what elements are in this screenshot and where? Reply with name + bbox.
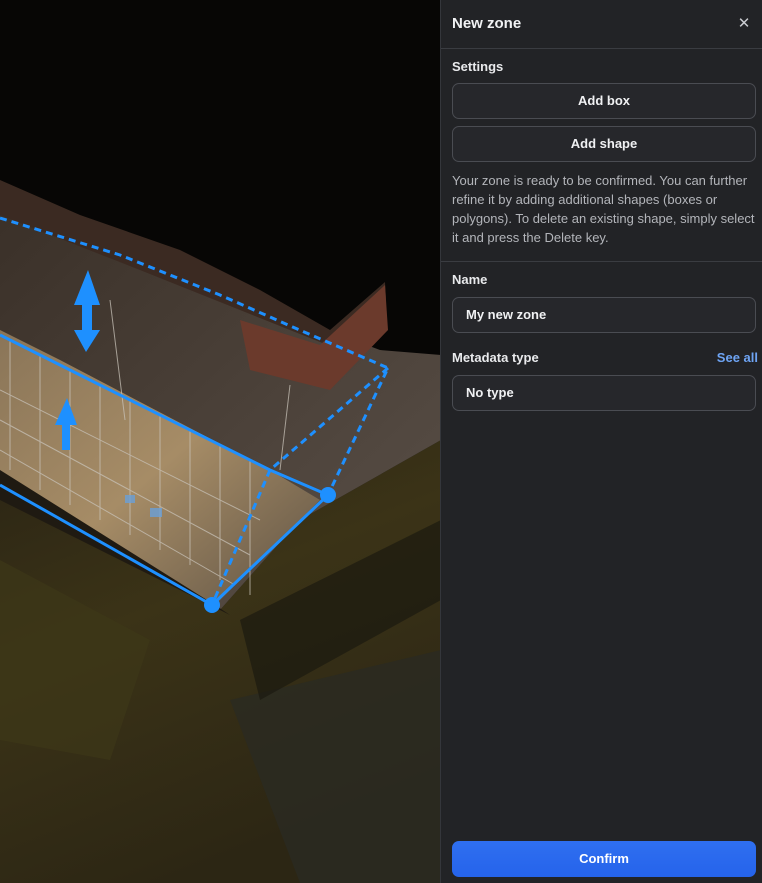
name-section: Name My new zone [441,262,762,333]
metadata-type-select[interactable]: No type [452,375,756,411]
close-icon[interactable]: ✕ [734,14,754,34]
metadata-section: Metadata type See all No type [441,333,762,411]
new-zone-panel: New zone ✕ Settings Add box Add shape Yo… [440,0,762,883]
help-text: Your zone is ready to be confirmed. You … [452,173,755,245]
add-box-button[interactable]: Add box [452,83,756,119]
zone-name-input[interactable]: My new zone [452,297,756,333]
add-shape-button[interactable]: Add shape [452,126,756,162]
zone-corner-handle[interactable] [320,487,336,503]
3d-viewport[interactable] [0,0,441,883]
panel-header: New zone ✕ [441,0,762,49]
settings-heading: Settings [452,59,504,74]
zone-corner-handle[interactable] [204,597,220,613]
panel-title: New zone [452,15,522,32]
confirm-button[interactable]: Confirm [452,841,756,877]
settings-section: Settings Add box Add shape Your zone is … [441,49,762,247]
see-all-link[interactable]: See all [717,350,758,365]
metadata-type-label: Metadata type [452,350,539,365]
name-label: Name [452,272,488,287]
point-cloud-scene[interactable] [0,0,441,883]
